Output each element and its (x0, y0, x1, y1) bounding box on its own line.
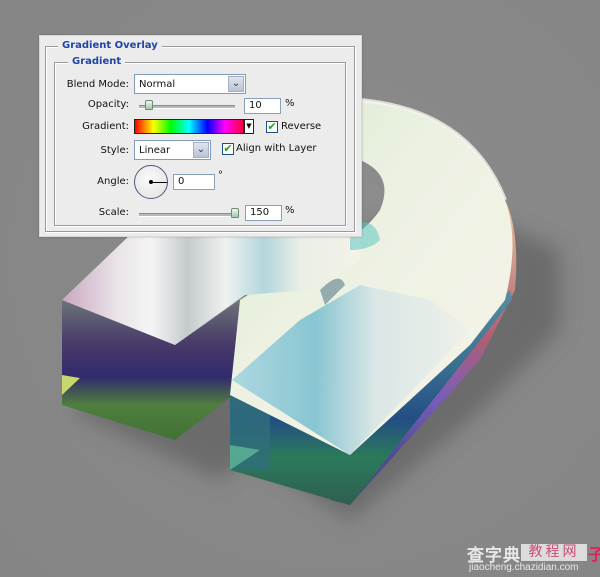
angle-indicator (151, 182, 167, 183)
style-select[interactable]: Linear ⌄ (134, 140, 211, 160)
scale-slider-thumb[interactable] (231, 208, 239, 218)
angle-unit: ° (218, 170, 223, 181)
blend-mode-label: Blend Mode: (66, 79, 129, 90)
scale-input[interactable]: 150 (245, 205, 282, 221)
watermark-suffix: 子 (588, 545, 600, 564)
section-title: Gradient Overlay (58, 40, 162, 51)
gradient-overlay-dialog: Gradient Overlay Gradient Blend Mode: No… (39, 35, 362, 237)
reverse-label: Reverse (281, 121, 322, 132)
angle-input[interactable]: 0 (173, 174, 215, 190)
style-label: Style: (100, 145, 130, 156)
gradient-label: Gradient: (82, 121, 129, 132)
checkmark-icon: ✔ (223, 142, 233, 155)
align-with-layer-label: Align with Layer (236, 143, 317, 154)
opacity-label: Opacity: (87, 99, 129, 110)
style-value: Linear (139, 145, 171, 156)
checkmark-icon: ✔ (267, 120, 277, 133)
group-title: Gradient (68, 56, 126, 67)
scale-unit: % (285, 205, 295, 216)
watermark-section: 教程网 (521, 544, 587, 561)
scale-label: Scale: (98, 207, 129, 218)
gradient-dropdown-icon[interactable]: ▼ (244, 119, 254, 134)
opacity-input[interactable]: 10 (244, 98, 281, 114)
blend-mode-value: Normal (139, 79, 176, 90)
reverse-checkbox[interactable]: ✔ (266, 121, 278, 133)
opacity-slider-thumb[interactable] (144, 100, 153, 110)
chevron-down-icon[interactable]: ⌄ (228, 76, 244, 92)
angle-center-dot (149, 180, 153, 184)
align-with-layer-checkbox[interactable]: ✔ (222, 143, 234, 155)
chevron-down-icon[interactable]: ⌄ (193, 142, 209, 158)
angle-dial[interactable] (134, 165, 168, 199)
opacity-unit: % (285, 98, 295, 109)
watermark-url: jiaocheng.chazidian.com (469, 562, 579, 573)
angle-label: Angle: (97, 176, 129, 187)
gradient-swatch[interactable] (134, 119, 244, 134)
blend-mode-select[interactable]: Normal ⌄ (134, 74, 246, 94)
opacity-slider-track[interactable] (139, 105, 235, 109)
scale-slider-track[interactable] (139, 213, 235, 217)
